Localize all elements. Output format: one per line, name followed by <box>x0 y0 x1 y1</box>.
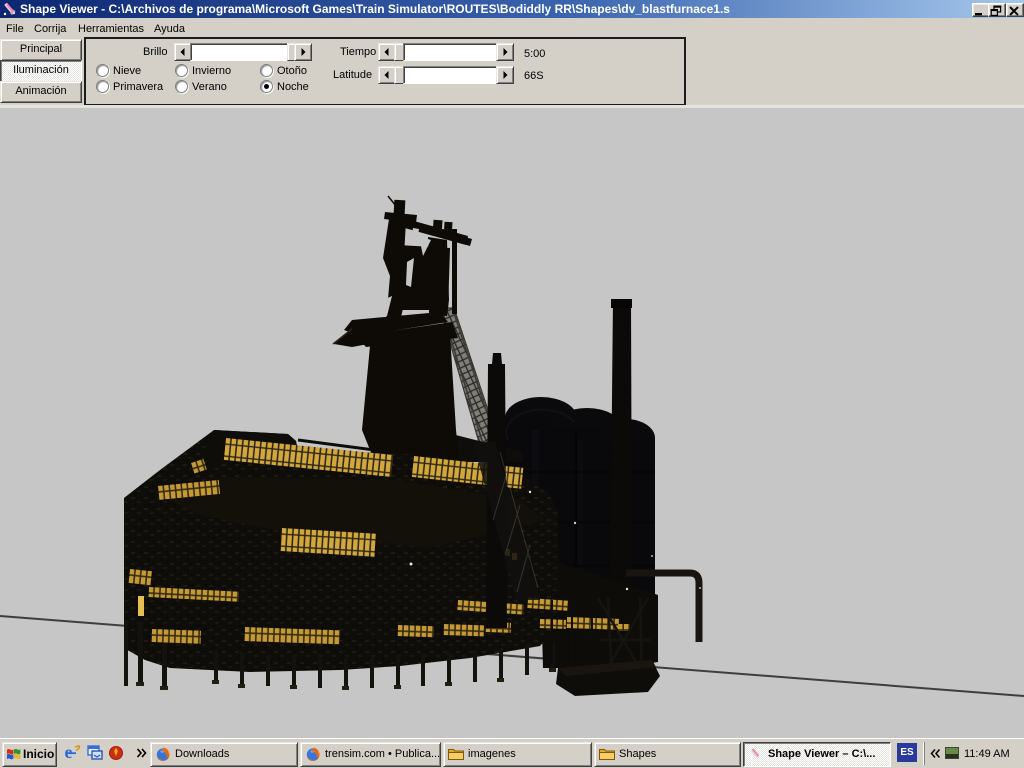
svg-text:e: e <box>65 743 73 761</box>
